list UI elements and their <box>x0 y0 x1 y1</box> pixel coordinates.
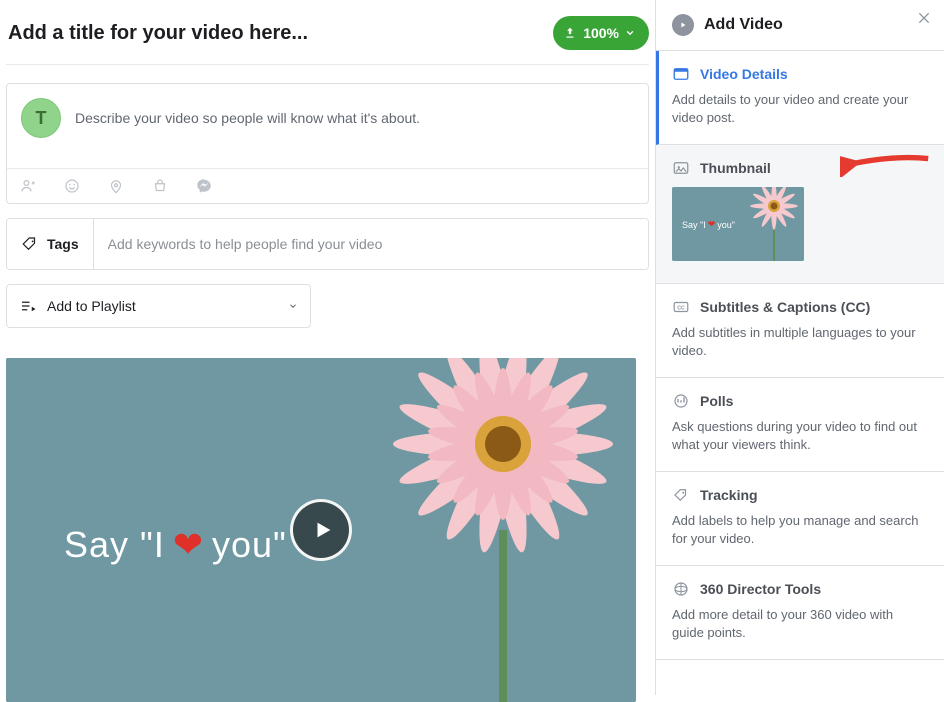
play-icon <box>312 518 334 542</box>
video-description-input[interactable] <box>73 98 634 138</box>
section-video-details[interactable]: Video Details Add details to your video … <box>656 51 944 145</box>
close-icon <box>916 10 932 26</box>
location-icon[interactable] <box>107 177 125 195</box>
section-title: 360 Director Tools <box>700 581 821 597</box>
compose-box: T <box>6 83 649 204</box>
play-button[interactable] <box>290 499 352 561</box>
image-icon <box>672 159 690 177</box>
playlist-icon <box>19 297 37 315</box>
upload-icon <box>563 26 577 40</box>
add-to-playlist-dropdown[interactable]: Add to Playlist <box>6 284 311 328</box>
globe-icon <box>672 580 690 598</box>
tag-person-icon[interactable] <box>19 177 37 195</box>
section-title: Subtitles & Captions (CC) <box>700 299 870 315</box>
section-thumbnail[interactable]: Thumbnail Say "I ❤ you" <box>656 145 944 284</box>
thumb-text-left: Say "I <box>682 220 706 230</box>
preview-overlay-text: Say "I ❤ you" <box>64 524 287 566</box>
side-panel: Add Video Video Details Add details to y… <box>655 0 944 695</box>
preview-text-left: Say "I <box>64 524 165 566</box>
section-subtitles[interactable]: CC Subtitles & Captions (CC) Add subtitl… <box>656 284 944 378</box>
heart-icon: ❤ <box>708 219 716 230</box>
upload-progress-button[interactable]: 100% <box>553 16 649 50</box>
section-desc: Add labels to help you manage and search… <box>672 512 928 547</box>
video-badge-icon <box>672 14 694 36</box>
video-title-input[interactable] <box>6 21 543 46</box>
section-desc: Add more detail to your 360 video with g… <box>672 606 928 641</box>
tags-label-text: Tags <box>47 236 79 252</box>
section-title: Thumbnail <box>700 160 771 176</box>
section-desc: Add subtitles in multiple languages to y… <box>672 324 928 359</box>
messenger-icon[interactable] <box>195 177 213 195</box>
tag-icon <box>21 235 39 253</box>
section-title: Video Details <box>700 66 788 82</box>
product-icon[interactable] <box>151 177 169 195</box>
compose-toolbar <box>7 168 648 203</box>
chevron-down-icon <box>288 298 298 314</box>
playlist-label: Add to Playlist <box>47 298 136 314</box>
video-preview: Say "I ❤ you" <box>6 358 636 702</box>
avatar-initial: T <box>36 108 47 129</box>
section-360-director[interactable]: 360 Director Tools Add more detail to yo… <box>656 566 944 660</box>
tracking-icon <box>672 486 690 504</box>
svg-text:CC: CC <box>677 305 685 311</box>
side-header: Add Video <box>656 0 944 51</box>
tags-label: Tags <box>7 219 94 269</box>
close-button[interactable] <box>916 10 932 30</box>
section-title: Polls <box>700 393 733 409</box>
preview-text-right: you" <box>212 524 287 566</box>
emoji-icon[interactable] <box>63 177 81 195</box>
section-title: Tracking <box>700 487 758 503</box>
chevron-down-icon <box>625 28 635 38</box>
section-desc: Ask questions during your video to find … <box>672 418 928 453</box>
section-tracking[interactable]: Tracking Add labels to help you manage a… <box>656 472 944 566</box>
details-icon <box>672 65 690 83</box>
cc-icon: CC <box>672 298 690 316</box>
tags-row: Tags <box>6 218 649 270</box>
thumb-text-right: you" <box>717 220 735 230</box>
main-panel: 100% T <box>0 0 655 695</box>
tags-input[interactable] <box>94 219 648 269</box>
section-desc: Add details to your video and create you… <box>672 91 928 126</box>
upload-progress-text: 100% <box>583 25 619 41</box>
thumbnail-preview[interactable]: Say "I ❤ you" <box>672 187 804 261</box>
heart-icon: ❤ <box>173 524 204 566</box>
side-header-title: Add Video <box>704 16 783 34</box>
polls-icon <box>672 392 690 410</box>
section-polls[interactable]: Polls Ask questions during your video to… <box>656 378 944 472</box>
avatar: T <box>21 98 61 138</box>
title-row: 100% <box>6 6 649 65</box>
